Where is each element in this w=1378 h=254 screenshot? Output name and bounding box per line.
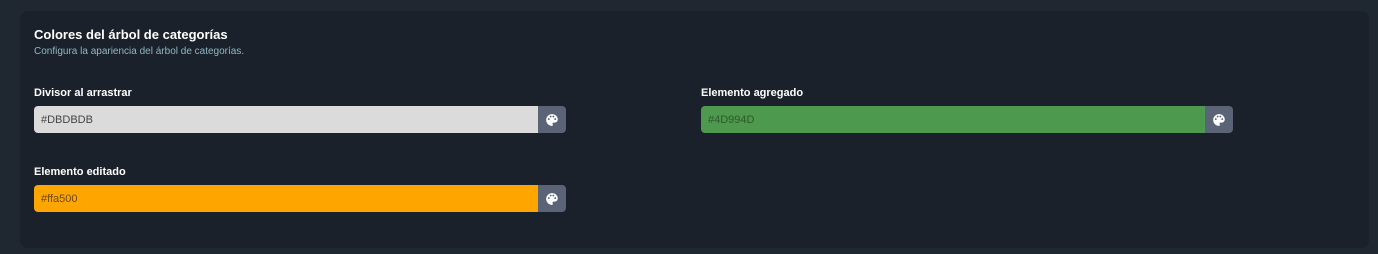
edited-element-picker-button[interactable] [538, 185, 566, 212]
top-bar [0, 0, 1378, 11]
drag-divider-picker-button[interactable] [538, 106, 566, 133]
drag-divider-field: Divisor al arrastrar [34, 86, 566, 133]
added-element-field: Elemento agregado [701, 86, 1233, 133]
palette-icon [1212, 113, 1226, 127]
edited-element-label: Elemento editado [34, 166, 126, 178]
palette-icon [545, 192, 559, 206]
added-element-picker-button[interactable] [1205, 106, 1233, 133]
drag-divider-label: Divisor al arrastrar [34, 87, 132, 99]
category-tree-colors-card: Colores del árbol de categorías Configur… [20, 11, 1369, 248]
section-title: Colores del árbol de categorías [34, 27, 228, 42]
added-element-color-input[interactable] [701, 106, 1205, 133]
edited-element-field: Elemento editado [34, 165, 566, 212]
drag-divider-color-input[interactable] [34, 106, 538, 133]
section-subtitle: Configura la apariencia del árbol de cat… [34, 46, 245, 57]
palette-icon [545, 113, 559, 127]
added-element-label: Elemento agregado [701, 87, 804, 99]
edited-element-color-input[interactable] [34, 185, 538, 212]
